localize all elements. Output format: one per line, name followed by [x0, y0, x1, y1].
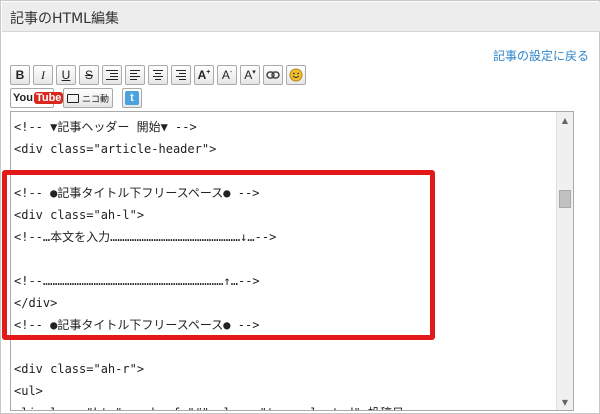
- code-line: <!-- ●記事タイトル下フリースペース● -->: [14, 318, 260, 332]
- font-size-down-button[interactable]: A-: [217, 65, 237, 85]
- html-editor-panel: 記事のHTML編集 記事の設定に戻る B I U S A + A - A ▾ Y…: [0, 0, 600, 414]
- scroll-down-arrow-icon[interactable]: ▼: [557, 394, 573, 410]
- code-line: <div class="ah-r">: [14, 362, 145, 376]
- font-color-button[interactable]: A ▾: [240, 65, 260, 85]
- scroll-thumb[interactable]: [559, 190, 571, 208]
- font-size-up-label: A: [197, 68, 207, 82]
- font-size-down-label: A: [221, 68, 230, 82]
- twitter-icon: t: [125, 91, 139, 105]
- format-toolbar: B I U S A + A- A ▾: [10, 65, 306, 85]
- underline-button[interactable]: U: [56, 65, 76, 85]
- font-size-up-sup: +: [206, 68, 211, 76]
- niconico-label: ニコ動: [81, 94, 109, 105]
- youtube-logo-tube: Tube: [33, 92, 64, 104]
- tv-icon: [66, 93, 79, 103]
- font-color-sup: ▾: [252, 69, 256, 76]
- font-color-label: A: [244, 68, 253, 82]
- smiley-icon: [289, 68, 303, 82]
- font-size-down-sup: -: [229, 68, 233, 76]
- embed-toolbar: You Tube ニコ動 t: [10, 88, 142, 108]
- scroll-up-arrow-icon[interactable]: ▲: [557, 112, 573, 128]
- emoji-button[interactable]: [286, 65, 306, 85]
- strikethrough-button[interactable]: S: [79, 65, 99, 85]
- youtube-logo-you: You: [13, 92, 33, 104]
- italic-button[interactable]: I: [33, 65, 53, 85]
- align-center-button[interactable]: [148, 65, 168, 85]
- code-line: <!-- ▼記事ヘッダー 開始▼ -->: [14, 120, 197, 134]
- align-left-icon: [130, 70, 140, 80]
- align-left-button[interactable]: [125, 65, 145, 85]
- font-size-up-button[interactable]: A +: [194, 65, 214, 85]
- code-line: <div class="ah-l">: [14, 208, 145, 222]
- back-to-settings-link[interactable]: 記事の設定に戻る: [493, 47, 589, 64]
- code-line: <!--…本文を入力………………………………………………↓…-->: [14, 230, 277, 244]
- code-line: <li class="btn"><a href="#" class="tag-s…: [14, 402, 554, 410]
- align-center-icon: [153, 70, 163, 80]
- indent-button[interactable]: [102, 65, 122, 85]
- vertical-scrollbar[interactable]: ▲ ▼: [556, 112, 573, 410]
- youtube-button[interactable]: You Tube: [10, 88, 64, 108]
- align-right-button[interactable]: [171, 65, 191, 85]
- title-bar: 記事のHTML編集: [2, 2, 600, 32]
- window-title: 記事のHTML編集: [10, 11, 119, 27]
- code-line: </div>: [14, 296, 58, 310]
- code-line: <div class="article-header">: [14, 142, 217, 156]
- link-button[interactable]: [263, 65, 283, 85]
- indent-icon: [106, 70, 118, 80]
- niconico-button[interactable]: ニコ動: [63, 88, 113, 108]
- bold-button[interactable]: B: [10, 65, 30, 85]
- html-textarea[interactable]: <!-- ▼記事ヘッダー 開始▼ --> <div class="article…: [10, 111, 574, 411]
- twitter-button[interactable]: t: [122, 88, 142, 108]
- link-icon: [266, 71, 280, 79]
- code-content: <!-- ▼記事ヘッダー 開始▼ --> <div class="article…: [14, 116, 554, 410]
- align-right-icon: [176, 70, 186, 80]
- code-line: <!--…………………………………………………………………↑…-->: [14, 274, 260, 288]
- code-line: <ul>: [14, 384, 43, 398]
- code-line: <!-- ●記事タイトル下フリースペース● -->: [14, 186, 260, 200]
